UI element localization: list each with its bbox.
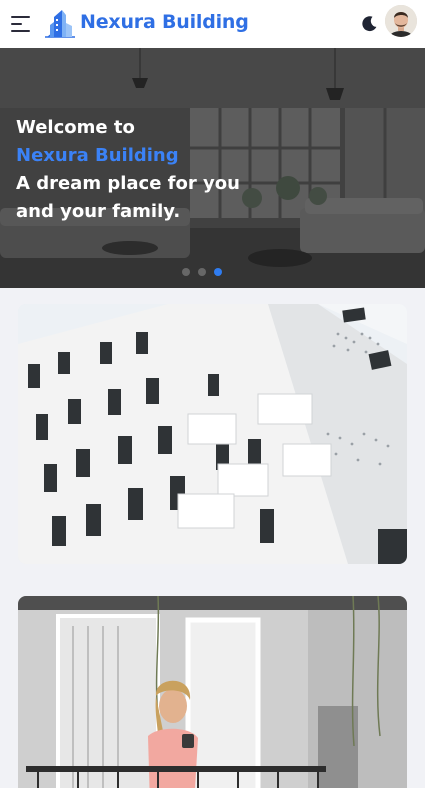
moon-icon[interactable] (360, 15, 378, 33)
hero-line-3: A dream place for you (16, 173, 240, 194)
building-logo-icon[interactable] (42, 7, 78, 40)
hero-line-1: Welcome to (16, 117, 135, 138)
hero-heading: Welcome to Nexura Building A dream place… (16, 114, 240, 226)
brand-title[interactable]: Nexura Building (80, 11, 249, 33)
carousel-dot-3[interactable] (214, 268, 222, 276)
gallery-card-balcony[interactable] (18, 596, 407, 788)
top-header: Nexura Building (0, 0, 425, 48)
building-facade-image (18, 304, 407, 564)
carousel-dot-1[interactable] (182, 268, 190, 276)
gallery-card-building[interactable] (18, 304, 407, 564)
carousel-indicators (182, 268, 222, 276)
woman-balcony-image (18, 596, 407, 788)
hamburger-menu-icon[interactable] (11, 15, 30, 33)
carousel-dot-2[interactable] (198, 268, 206, 276)
user-avatar[interactable] (385, 5, 417, 37)
hero-carousel[interactable]: Welcome to Nexura Building A dream place… (0, 48, 425, 288)
hero-brand-line: Nexura Building (16, 145, 179, 166)
hero-line-4: and your family. (16, 201, 181, 222)
